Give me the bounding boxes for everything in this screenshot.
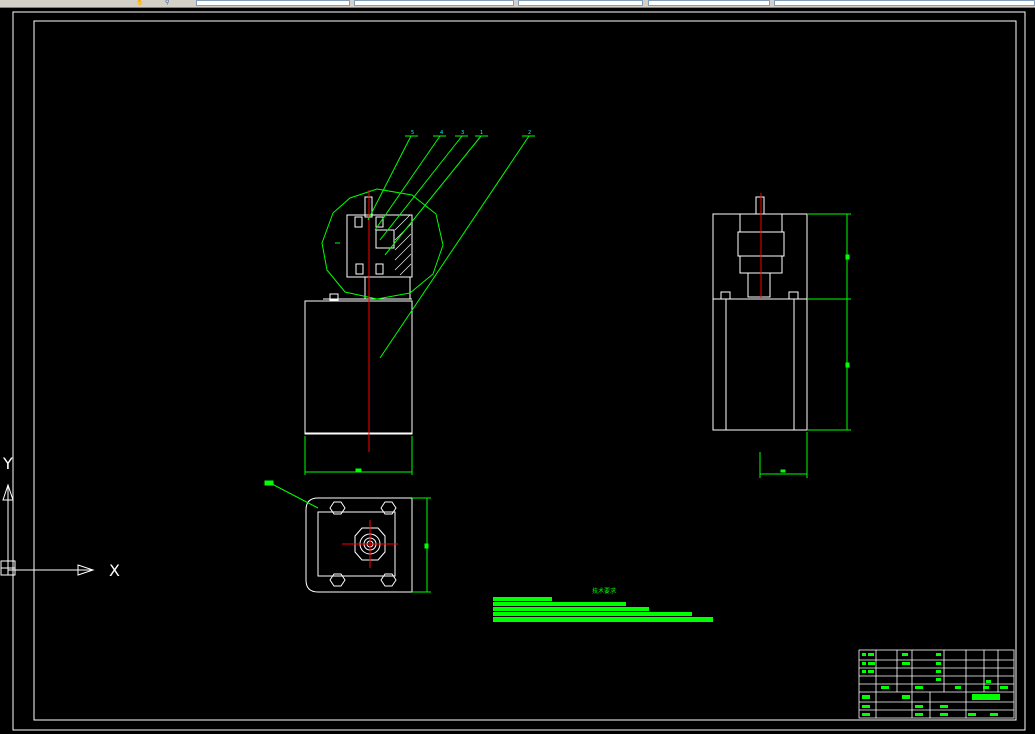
- side-view: [712, 196, 808, 431]
- front-view: [304, 196, 413, 435]
- note-line: [493, 612, 692, 616]
- callout-label: 5: [411, 130, 414, 136]
- notes-heading: 技术要求: [592, 587, 616, 595]
- plotstyle-dropdown[interactable]: [774, 0, 1035, 6]
- side-dimensions: [759, 213, 851, 478]
- callout-labels: 5 4 3 1 2: [411, 130, 531, 136]
- lineweight-dropdown[interactable]: [518, 0, 643, 6]
- note-line: [493, 617, 713, 622]
- note-line: [493, 607, 649, 611]
- linetype-dropdown[interactable]: [354, 0, 514, 6]
- toolbar: ✋ ⚲: [0, 0, 1035, 8]
- ucs-x-label: X: [109, 561, 120, 580]
- zoom-icon[interactable]: ⚲: [165, 0, 171, 6]
- leader-lines: [367, 135, 535, 359]
- ucs-icon: [0, 483, 95, 576]
- note-line: [493, 597, 552, 601]
- color-dropdown[interactable]: [648, 0, 770, 6]
- note-line: [493, 602, 626, 606]
- top-view: [305, 497, 413, 593]
- title-block-labels: [862, 653, 1008, 716]
- pan-icon[interactable]: ✋: [136, 0, 143, 6]
- technical-notes: 技术要求: [493, 587, 713, 622]
- callout-label: 2: [528, 130, 531, 136]
- callout-label: 4: [440, 130, 443, 136]
- drawing-canvas[interactable]: 5 4 3 1 2 技术要求 Y X: [0, 8, 1035, 734]
- sheet-outer-border: [12, 11, 1026, 731]
- ucs-y-label: Y: [2, 454, 13, 473]
- front-width-dimension: [304, 436, 413, 475]
- top-view-centerlines: [342, 520, 398, 568]
- callout-label: 1: [480, 130, 483, 136]
- title-block: [858, 649, 1015, 719]
- callout-label: 3: [461, 130, 464, 136]
- layer-dropdown[interactable]: [196, 0, 350, 6]
